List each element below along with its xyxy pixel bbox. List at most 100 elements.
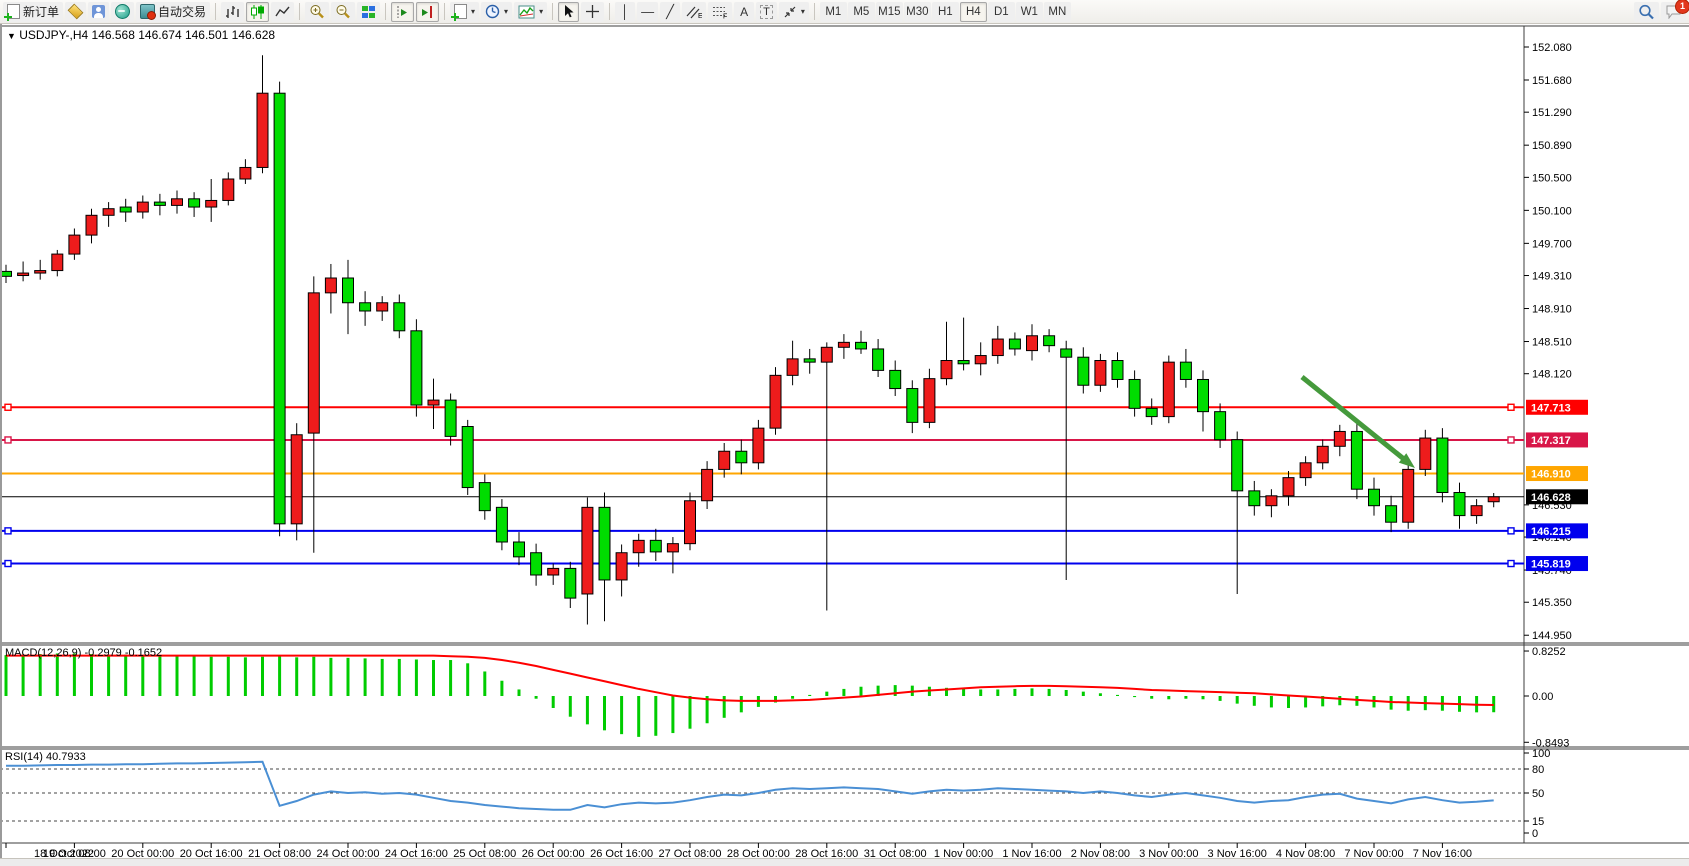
notification-badge: 1 bbox=[1675, 0, 1689, 14]
timeframe-m1[interactable]: M1 bbox=[820, 2, 847, 22]
arrows-tool[interactable]: ▾ bbox=[779, 2, 809, 22]
autotrading-button[interactable]: 自动交易 bbox=[136, 2, 210, 22]
svg-text:150.890: 150.890 bbox=[1532, 140, 1572, 152]
svg-text:148.510: 148.510 bbox=[1532, 337, 1572, 349]
svg-text:80: 80 bbox=[1532, 764, 1544, 776]
bar-chart-mode-button[interactable] bbox=[221, 2, 244, 22]
chevron-down-icon: ▾ bbox=[539, 7, 543, 16]
tile-windows-icon bbox=[361, 5, 376, 19]
vertical-line-icon: │ bbox=[621, 4, 629, 19]
person-icon bbox=[92, 5, 105, 18]
line-chart-mode-button[interactable] bbox=[271, 2, 294, 22]
timeframe-w1[interactable]: W1 bbox=[1016, 2, 1043, 22]
chart-shift-icon bbox=[395, 5, 410, 19]
market-watch-button[interactable] bbox=[65, 2, 86, 22]
timeframe-h1[interactable]: H1 bbox=[932, 2, 959, 22]
gold-diamond-icon bbox=[68, 4, 84, 20]
window-left-edge bbox=[0, 24, 2, 865]
globe-icon bbox=[115, 4, 130, 19]
svg-text:0: 0 bbox=[1532, 828, 1538, 840]
svg-text:147.713: 147.713 bbox=[1531, 402, 1571, 414]
new-chart-button[interactable]: ▾ bbox=[450, 2, 479, 22]
toolbar-separator bbox=[215, 3, 216, 20]
toolbar-separator bbox=[814, 3, 815, 20]
search-icon bbox=[1638, 4, 1655, 20]
svg-text:146.628: 146.628 bbox=[1531, 492, 1571, 504]
trendline-icon: ╱ bbox=[666, 4, 674, 20]
line-chart-icon bbox=[275, 5, 290, 19]
svg-text:0.8252: 0.8252 bbox=[1532, 646, 1566, 658]
svg-text:150.100: 150.100 bbox=[1532, 205, 1572, 217]
indicators-button[interactable]: ▾ bbox=[514, 2, 547, 22]
chevron-down-icon: ▾ bbox=[504, 7, 508, 16]
candlestick-icon bbox=[250, 5, 265, 19]
text-label-icon: T bbox=[760, 5, 773, 19]
trendline-tool[interactable]: ╱ bbox=[660, 2, 680, 22]
crosshair-icon bbox=[585, 4, 600, 19]
toolbar-separator bbox=[609, 3, 610, 20]
chevron-down-icon: ▾ bbox=[801, 7, 805, 16]
svg-text:0.00: 0.00 bbox=[1532, 691, 1553, 703]
autotrading-icon bbox=[140, 4, 155, 19]
search-button[interactable] bbox=[1634, 2, 1659, 22]
svg-text:149.310: 149.310 bbox=[1532, 271, 1572, 283]
tile-windows-button[interactable] bbox=[357, 2, 380, 22]
svg-text:146.910: 146.910 bbox=[1531, 469, 1571, 481]
new-chart-icon bbox=[454, 4, 467, 19]
accounts-button[interactable] bbox=[88, 2, 109, 22]
svg-text:50: 50 bbox=[1532, 788, 1544, 800]
price-chart[interactable]: 152.080 151.680 151.290 150.890 150.500 150.1… bbox=[0, 0, 1689, 865]
svg-text:151.680: 151.680 bbox=[1532, 75, 1572, 87]
timeframe-m15[interactable]: M15 bbox=[876, 2, 903, 22]
text-tool-icon: A bbox=[740, 5, 748, 19]
fibonacci-icon: F bbox=[712, 5, 728, 19]
timeframe-mn[interactable]: MN bbox=[1044, 2, 1071, 22]
toolbar-separator bbox=[385, 3, 386, 20]
indicators-icon bbox=[518, 5, 535, 19]
zoom-in-icon bbox=[309, 4, 325, 19]
svg-text:152.080: 152.080 bbox=[1532, 42, 1572, 54]
timeframe-h4[interactable]: H4 bbox=[960, 2, 987, 22]
chart-symbol-period: USDJPY-,H4 bbox=[19, 28, 88, 42]
channel-icon: E bbox=[686, 5, 702, 19]
svg-text:144.950: 144.950 bbox=[1532, 630, 1572, 642]
candlestick-mode-button[interactable] bbox=[246, 2, 269, 22]
autotrading-label: 自动交易 bbox=[158, 3, 206, 20]
chat-button[interactable]: 1 bbox=[1661, 2, 1686, 22]
timeframe-d1[interactable]: D1 bbox=[988, 2, 1015, 22]
chart-shift-button[interactable] bbox=[391, 2, 414, 22]
svg-text:15: 15 bbox=[1532, 816, 1544, 828]
auto-scroll-button[interactable] bbox=[416, 2, 439, 22]
new-order-label: 新订单 bbox=[23, 3, 59, 20]
horizontal-line-icon: — bbox=[641, 4, 654, 19]
zoom-in-button[interactable] bbox=[305, 2, 329, 22]
timeframe-m5[interactable]: M5 bbox=[848, 2, 875, 22]
timeframe-m30[interactable]: M30 bbox=[904, 2, 931, 22]
text-tool[interactable]: A bbox=[734, 2, 754, 22]
text-label-tool[interactable]: T bbox=[756, 2, 777, 22]
periods-button[interactable]: ▾ bbox=[481, 2, 512, 22]
toolbar-separator bbox=[552, 3, 553, 20]
macd-values: -0.2979 -0.1652 bbox=[84, 647, 162, 659]
chevron-down-icon: ▾ bbox=[471, 7, 475, 16]
svg-text:145.819: 145.819 bbox=[1531, 559, 1571, 571]
zoom-out-button[interactable] bbox=[331, 2, 355, 22]
vertical-line-tool[interactable]: │ bbox=[615, 2, 635, 22]
svg-text:148.120: 148.120 bbox=[1532, 369, 1572, 381]
new-order-icon bbox=[7, 4, 20, 19]
bar-chart-icon bbox=[225, 5, 240, 19]
channel-tool[interactable]: E bbox=[682, 2, 706, 22]
chart-dropdown-icon[interactable]: ▼ bbox=[7, 31, 16, 41]
svg-text:E: E bbox=[698, 13, 702, 19]
cursor-button[interactable] bbox=[558, 2, 579, 22]
signals-button[interactable] bbox=[111, 2, 134, 22]
horizontal-line-tool[interactable]: — bbox=[637, 2, 658, 22]
fibonacci-tool[interactable]: F bbox=[708, 2, 732, 22]
svg-text:151.290: 151.290 bbox=[1532, 107, 1572, 119]
chart-ohlc-quote: 146.568 146.674 146.501 146.628 bbox=[92, 28, 276, 42]
crosshair-button[interactable] bbox=[581, 2, 604, 22]
svg-text:F: F bbox=[723, 13, 727, 19]
new-order-button[interactable]: 新订单 bbox=[3, 2, 63, 22]
timeframe-group: M1M5M15M30H1H4D1W1MN bbox=[820, 2, 1071, 22]
svg-text:150.500: 150.500 bbox=[1532, 172, 1572, 184]
